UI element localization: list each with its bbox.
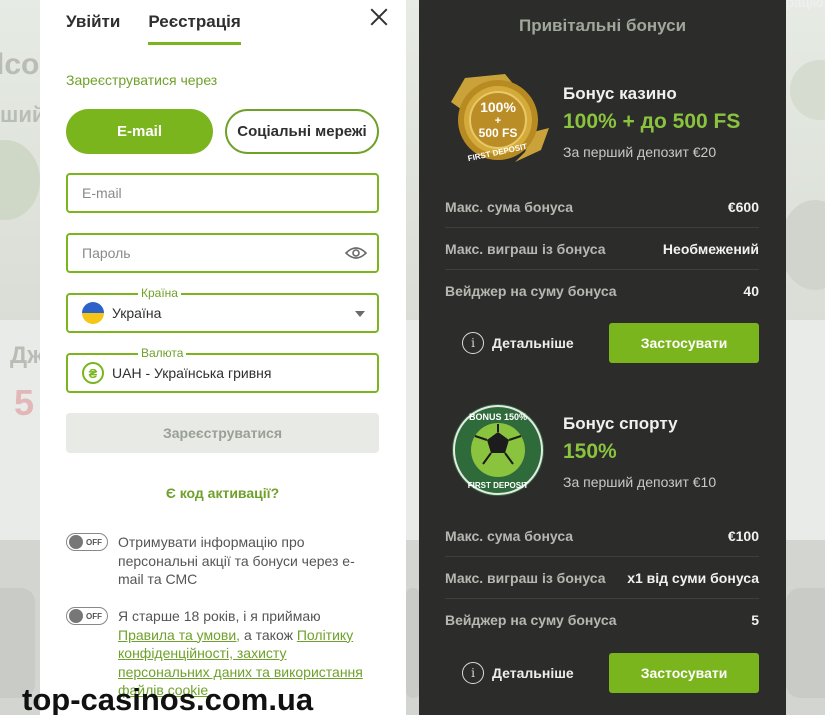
details-label: Детальніше <box>492 335 574 351</box>
badge-text: 100% <box>480 99 516 115</box>
tab-register[interactable]: Реєстрація <box>148 12 241 45</box>
bonus-row-key: Макс. сума бонуса <box>445 527 574 544</box>
social-method-button[interactable]: Соціальні мережі <box>225 109 379 154</box>
hryvnia-icon: ₴ <box>82 362 104 384</box>
eye-icon[interactable] <box>345 246 367 260</box>
toggle-knob <box>69 609 83 623</box>
tab-login[interactable]: Увійти <box>66 12 120 45</box>
bonus-row-key: Макс. виграш із бонуса <box>445 240 606 257</box>
bonus-row-key: Вейджер на суму бонуса <box>445 612 617 628</box>
close-icon[interactable] <box>368 6 390 28</box>
bonus-row: Вейджер на суму бонуса 5 <box>445 599 759 641</box>
country-value: Україна <box>112 305 162 321</box>
ukraine-flag-icon <box>82 302 104 324</box>
password-placeholder: Пароль <box>82 245 131 261</box>
sport-apply-button[interactable]: Застосувати <box>609 653 759 693</box>
background-text: 5 <box>14 382 35 423</box>
background-text: рацію <box>786 0 824 10</box>
casino-bonus-name: Бонус казино <box>563 84 677 103</box>
casino-details-link[interactable]: i Детальніше <box>462 332 574 354</box>
age-consent-mid: а також <box>240 626 297 643</box>
register-submit-button[interactable]: Зареєструватися <box>66 413 379 453</box>
sport-bonus-note: За перший депозит €10 <box>563 474 717 490</box>
email-placeholder: E-mail <box>82 185 122 201</box>
currency-select[interactable]: Валюта ₴ UAH - Українська гривня <box>66 346 379 393</box>
background-text: ший <box>0 102 46 127</box>
bonus-row: Макс. сума бонуса €100 <box>445 515 759 557</box>
bonus-row-value: 40 <box>743 283 759 299</box>
badge-text: BONUS 150% <box>469 412 527 422</box>
bonus-row-key: Вейджер на суму бонуса <box>445 283 617 299</box>
marketing-consent-text: Отримувати інформацію про персональні ак… <box>118 534 355 587</box>
bonus-row-value: €100 <box>727 527 759 544</box>
badge-text: FIRST DEPOSIT <box>468 481 529 490</box>
currency-value: UAH - Українська гривня <box>112 365 272 381</box>
casino-apply-button[interactable]: Застосувати <box>609 323 759 363</box>
info-icon: i <box>462 662 484 684</box>
email-method-button[interactable]: E-mail <box>66 109 213 154</box>
sport-details-link[interactable]: i Детальніше <box>462 662 574 684</box>
bonuses-title: Привітальні бонуси <box>518 16 687 35</box>
welcome-bonuses-panel: Привітальні бонуси 100% + 500 FS FIRST D… <box>419 0 786 715</box>
bonus-row-key: Макс. сума бонуса <box>445 198 574 215</box>
sport-bonus-amount: 150% <box>563 440 617 463</box>
sport-bonus-name: Бонус спорту <box>563 414 678 433</box>
toggle-knob <box>69 535 83 549</box>
bonus-row-value: Необмежений <box>662 240 759 257</box>
register-via-label: Зареєструватися через <box>66 72 218 88</box>
casino-bonus-amount: 100% + до 500 FS <box>563 110 741 133</box>
background-text: Дж <box>10 342 45 369</box>
background-text: lco <box>0 48 40 81</box>
toggle-state-text: OFF <box>86 611 102 621</box>
bonus-row: Вейджер на суму бонуса 40 <box>445 270 759 312</box>
casino-bonus-note: За перший депозит €20 <box>563 144 717 160</box>
badge-text: 500 FS <box>479 126 518 140</box>
password-field[interactable]: Пароль <box>66 233 379 273</box>
sport-bonus-badge-icon: BONUS 150% FIRST DEPOSIT <box>452 404 544 496</box>
currency-label: Валюта <box>138 346 187 360</box>
toggle-state-text: OFF <box>86 537 102 547</box>
background-tile <box>786 588 825 698</box>
marketing-toggle[interactable]: OFF <box>66 533 108 551</box>
casino-bonus-card: 100% + 500 FS FIRST DEPOSIT Бонус казино… <box>445 72 759 372</box>
details-label: Детальніше <box>492 665 574 681</box>
chevron-down-icon <box>355 311 365 317</box>
email-field[interactable]: E-mail <box>66 173 379 213</box>
activation-code-link[interactable]: Є код активації? <box>66 485 379 501</box>
bonus-row-value: x1 від суми бонуса <box>627 569 759 586</box>
info-icon: i <box>462 332 484 354</box>
bonus-row: Макс. виграш із бонуса x1 від суми бонус… <box>445 557 759 599</box>
site-watermark: top-casinos.com.ua <box>22 682 314 715</box>
casino-bonus-badge-icon: 100% + 500 FS FIRST DEPOSIT <box>451 74 549 163</box>
age-terms-toggle[interactable]: OFF <box>66 607 108 625</box>
country-select[interactable]: Країна Україна <box>66 286 379 333</box>
bonus-row: Макс. виграш із бонуса Необмежений <box>445 228 759 270</box>
sport-bonus-card: BONUS 150% FIRST DEPOSIT Бонус спорту 15… <box>445 402 759 702</box>
terms-link[interactable]: Правила та умови, <box>118 627 240 643</box>
auth-tabs: Увійти Реєстрація <box>66 12 241 45</box>
bonus-row: Макс. сума бонуса €600 <box>445 186 759 228</box>
registration-panel: Увійти Реєстрація Зареєструватися через … <box>40 0 406 715</box>
bonus-row-value: €600 <box>727 198 759 215</box>
age-consent-prefix: Я старше 18 років, і я приймаю <box>118 608 321 624</box>
bonus-row-value: 5 <box>751 612 759 628</box>
country-label: Країна <box>138 286 181 300</box>
bonus-row-key: Макс. виграш із бонуса <box>445 569 606 586</box>
background-tile <box>406 588 420 698</box>
